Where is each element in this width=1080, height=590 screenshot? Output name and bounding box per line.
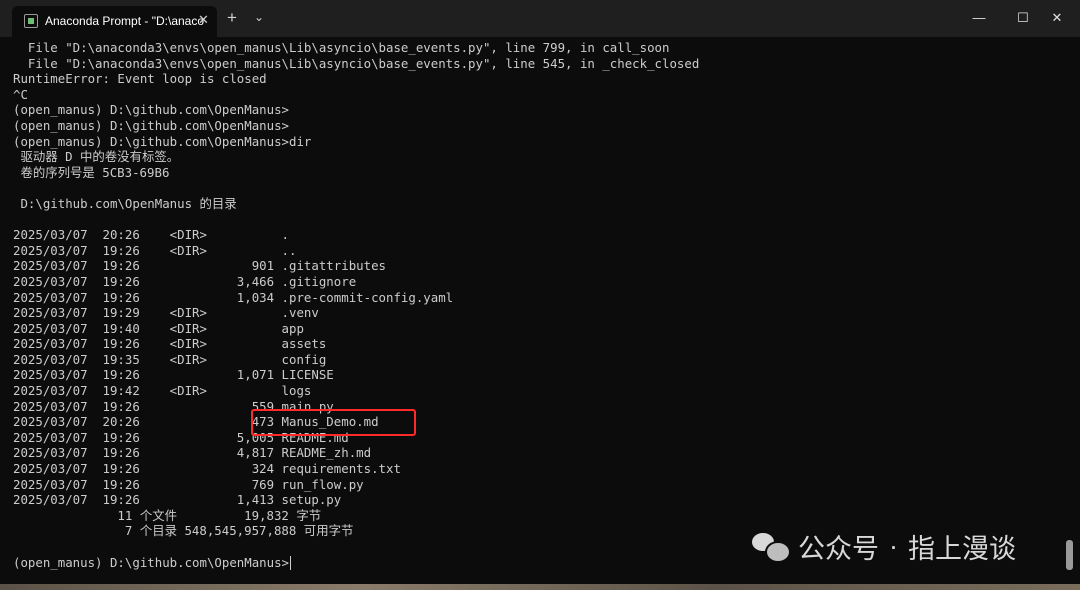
terminal-line: 2025/03/07 19:26 559 main.py (13, 398, 334, 414)
terminal-line: 2025/03/07 19:26 4,817 README_zh.md (13, 445, 372, 461)
terminal-line: (open_manus) D:\github.com\OpenManus> (13, 102, 290, 118)
terminal-line: 2025/03/07 19:40 <DIR> app (13, 320, 304, 336)
title-bar: Anaconda Prompt - "D:\anaco ✕ + ⌄ — ☐ ✕ (0, 0, 1080, 37)
tab-anaconda-prompt[interactable]: Anaconda Prompt - "D:\anaco ✕ (12, 6, 217, 37)
terminal-line: 2025/03/07 19:26 769 run_flow.py (13, 476, 364, 492)
terminal-line: D:\github.com\OpenManus 的目录 (13, 195, 237, 211)
terminal-line: 2025/03/07 19:26 <DIR> assets (13, 336, 327, 352)
desktop-background-strip (0, 584, 1080, 590)
tab-title: Anaconda Prompt - "D:\anaco (45, 14, 205, 28)
terminal-line: 2025/03/07 19:26 1,034 .pre-commit-confi… (13, 289, 454, 305)
new-tab-button[interactable]: + (227, 9, 237, 26)
terminal-line: 2025/03/07 19:29 <DIR> .venv (13, 305, 319, 321)
terminal-line: (open_manus) D:\github.com\OpenManus> (13, 117, 290, 133)
terminal-line: RuntimeError: Event loop is closed (13, 71, 267, 87)
terminal-line: 2025/03/07 19:26 324 requirements.txt (13, 461, 401, 477)
terminal-line: 11 个文件 19,832 字节 (13, 507, 322, 523)
terminal-line: 2025/03/07 19:26 901 .gitattributes (13, 258, 386, 274)
terminal-line: 2025/03/07 19:26 1,071 LICENSE (13, 367, 334, 383)
manus-demo-highlight-box (251, 409, 416, 436)
prompt-text: (open_manus) D:\github.com\OpenManus> (13, 554, 290, 570)
terminal-line: 2025/03/07 19:26 1,413 setup.py (13, 492, 342, 508)
terminal-output[interactable]: File "D:\anaconda3\envs\open_manus\Lib\a… (13, 40, 1058, 580)
terminal-line: File "D:\anaconda3\envs\open_manus\Lib\a… (13, 55, 700, 71)
watermark-text-2: 指上漫谈 (908, 533, 1016, 564)
minimize-button[interactable]: — (956, 6, 1002, 30)
terminal-line: File "D:\anaconda3\envs\open_manus\Lib\a… (13, 40, 670, 55)
watermark: 公众号 · 指上漫谈 (752, 528, 1016, 564)
terminal-line: 2025/03/07 19:42 <DIR> logs (13, 383, 312, 399)
wechat-icon (752, 531, 791, 563)
terminal-line: ^C (13, 86, 28, 102)
watermark-text-1: 公众号 (798, 533, 879, 564)
terminal-line: 2025/03/07 19:26 5,005 README.md (13, 429, 349, 445)
terminal-line: 2025/03/07 19:26 <DIR> .. (13, 242, 297, 258)
terminal-window: Anaconda Prompt - "D:\anaco ✕ + ⌄ — ☐ ✕ … (0, 0, 1080, 584)
terminal-line: 卷的序列号是 5CB3-69B6 (13, 164, 170, 180)
terminal-line: (open_manus) D:\github.com\OpenManus>dir (13, 133, 312, 149)
scrollbar[interactable] (1066, 540, 1073, 570)
tab-dropdown-button[interactable]: ⌄ (254, 10, 264, 24)
terminal-line: 2025/03/07 19:35 <DIR> config (13, 351, 327, 367)
tab-close-button[interactable]: ✕ (198, 12, 209, 28)
text-cursor (290, 556, 292, 571)
close-button[interactable]: ✕ (1034, 6, 1080, 30)
terminal-line: 驱动器 D 中的卷没有标签。 (13, 149, 180, 165)
terminal-line: 2025/03/07 19:26 3,466 .gitignore (13, 273, 357, 289)
terminal-line: 2025/03/07 20:26 <DIR> . (13, 227, 290, 243)
terminal-line: 2025/03/07 20:26 473 Manus_Demo.md (13, 414, 379, 430)
watermark-dot: · (889, 530, 898, 561)
terminal-icon (24, 14, 38, 28)
